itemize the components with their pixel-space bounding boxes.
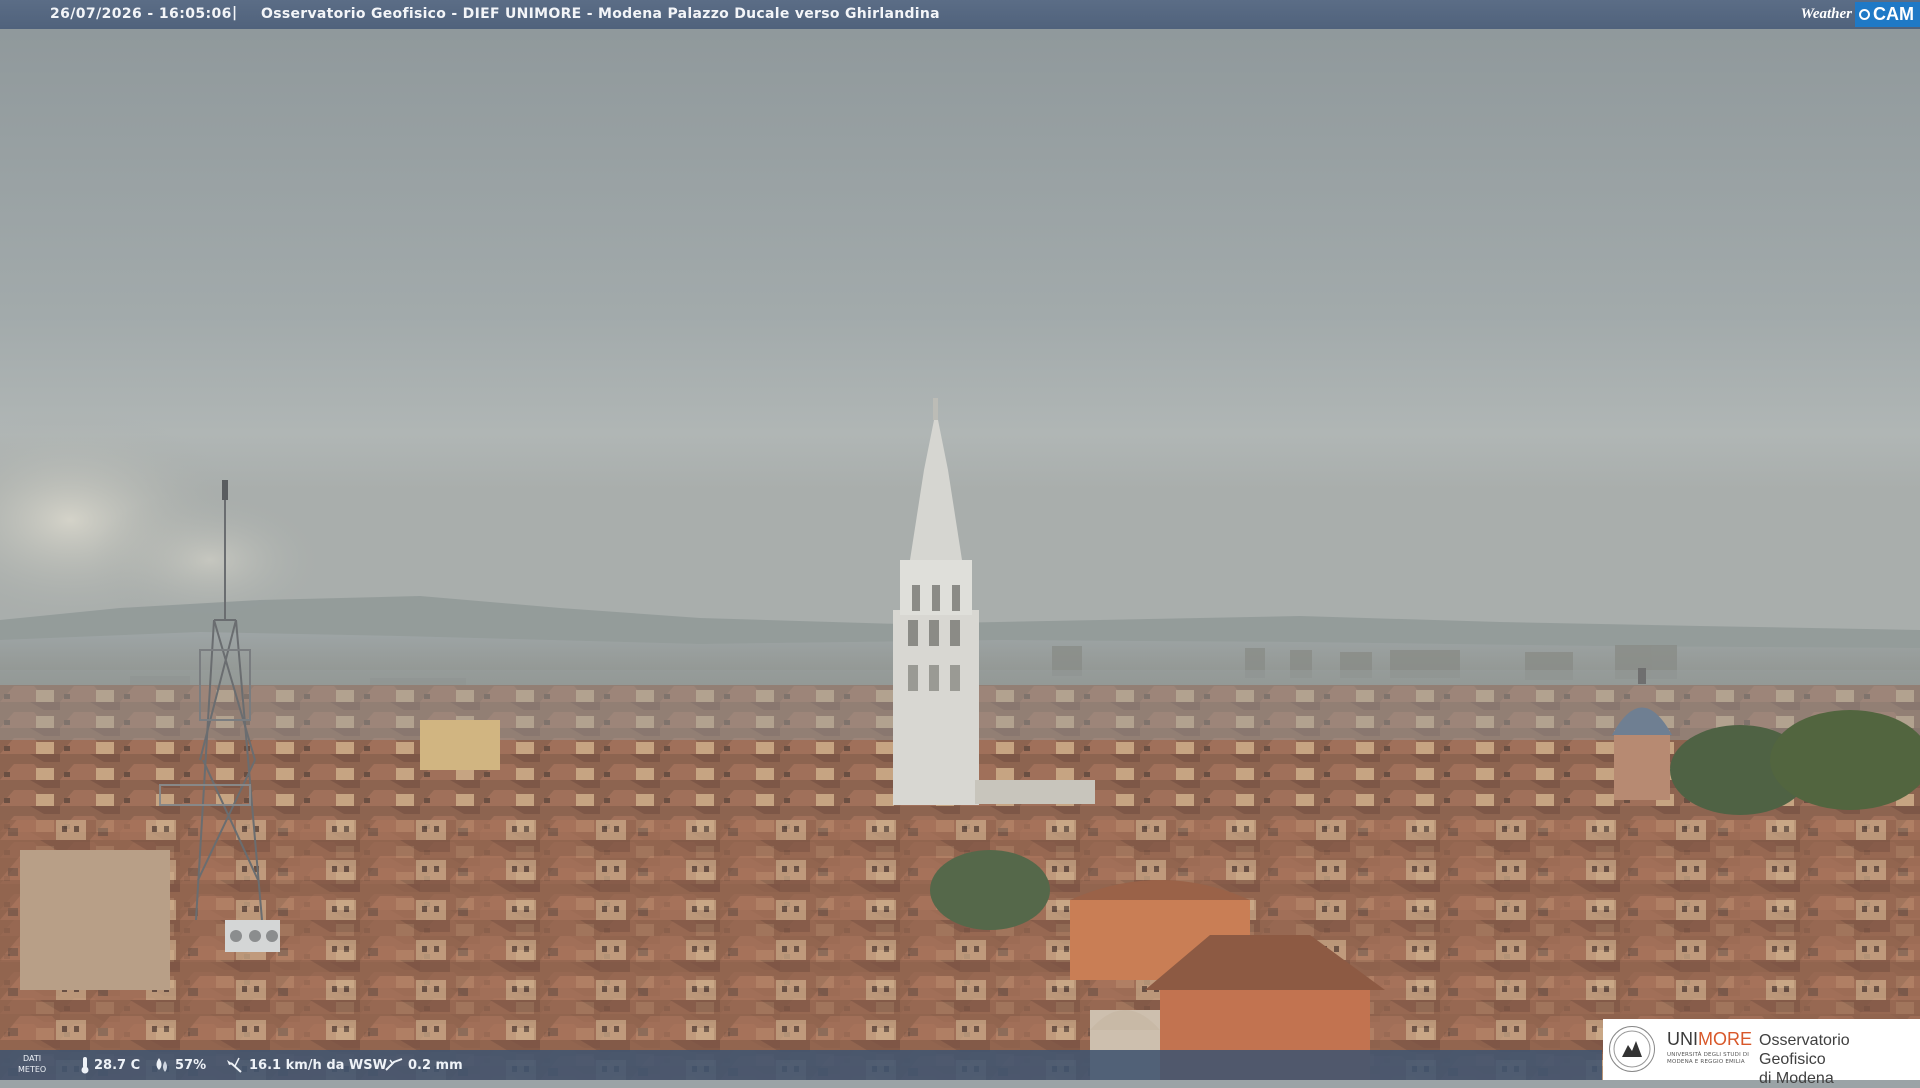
meteo-label-line1: DATI xyxy=(23,1054,42,1063)
wind-item: 16.1 km/h da WSW xyxy=(225,1056,387,1074)
rain-item: 0.2 mm xyxy=(384,1056,463,1074)
wind-value: 16.1 km/h da WSW xyxy=(249,1057,387,1073)
weathercam-cam-text: CAM xyxy=(1873,4,1914,24)
wind-vane-icon xyxy=(227,1057,242,1073)
observatory-line1: Osservatorio Geofisico xyxy=(1759,1032,1850,1068)
humidity-item: 57% xyxy=(153,1056,206,1074)
webcam-image xyxy=(0,0,1920,1080)
lens-icon xyxy=(1859,9,1870,20)
humidity-value: 57% xyxy=(175,1057,207,1073)
unimore-prefix: UNI xyxy=(1667,1029,1698,1049)
weathercam-cam-badge: CAM xyxy=(1855,2,1920,27)
unimore-suffix: MORE xyxy=(1698,1029,1752,1049)
temperature-item: 28.7 C xyxy=(80,1056,140,1074)
separator: | xyxy=(232,5,238,21)
timestamp: 26/07/2026 - 16:05:06 xyxy=(50,6,232,22)
unimore-wordmark: UNIMORE xyxy=(1667,1029,1752,1050)
meteo-label: DATI METEO xyxy=(18,1053,46,1075)
humidity-drop-icon xyxy=(156,1058,167,1072)
top-info-bar: 26/07/2026 - 16:05:06 | Osservatorio Geo… xyxy=(0,0,1920,29)
temperature-value: 28.7 C xyxy=(94,1057,141,1073)
weathercam-word: Weather xyxy=(1800,6,1852,22)
observatory-name: Osservatorio Geofisico di Modena xyxy=(1759,1031,1919,1088)
meteo-label-line2: METEO xyxy=(18,1065,47,1074)
camera-title: Osservatorio Geofisico - DIEF UNIMORE - … xyxy=(261,6,940,22)
unimore-subtitle-line2: MODENA E REGGIO EMILIA xyxy=(1667,1059,1745,1065)
unimore-subtitle: UNIVERSITÀ DEGLI STUDI DI MODENA E REGGI… xyxy=(1667,1052,1749,1066)
university-seal-icon xyxy=(1609,1026,1655,1072)
rain-value: 0.2 mm xyxy=(408,1057,463,1073)
rain-gauge-icon xyxy=(385,1058,403,1071)
thermometer-icon xyxy=(81,1057,89,1074)
unimore-logo-panel: UNIMORE UNIVERSITÀ DEGLI STUDI DI MODENA… xyxy=(1603,1019,1920,1087)
unimore-subtitle-line1: UNIVERSITÀ DEGLI STUDI DI xyxy=(1667,1052,1750,1058)
weathercam-logo: Weather CAM xyxy=(1801,0,1920,29)
observatory-line2: di Modena xyxy=(1759,1070,1834,1087)
meteo-data-bar: DATI METEO 28.7 C 57% 16.1 km/h da WSW 0… xyxy=(0,1050,1602,1080)
